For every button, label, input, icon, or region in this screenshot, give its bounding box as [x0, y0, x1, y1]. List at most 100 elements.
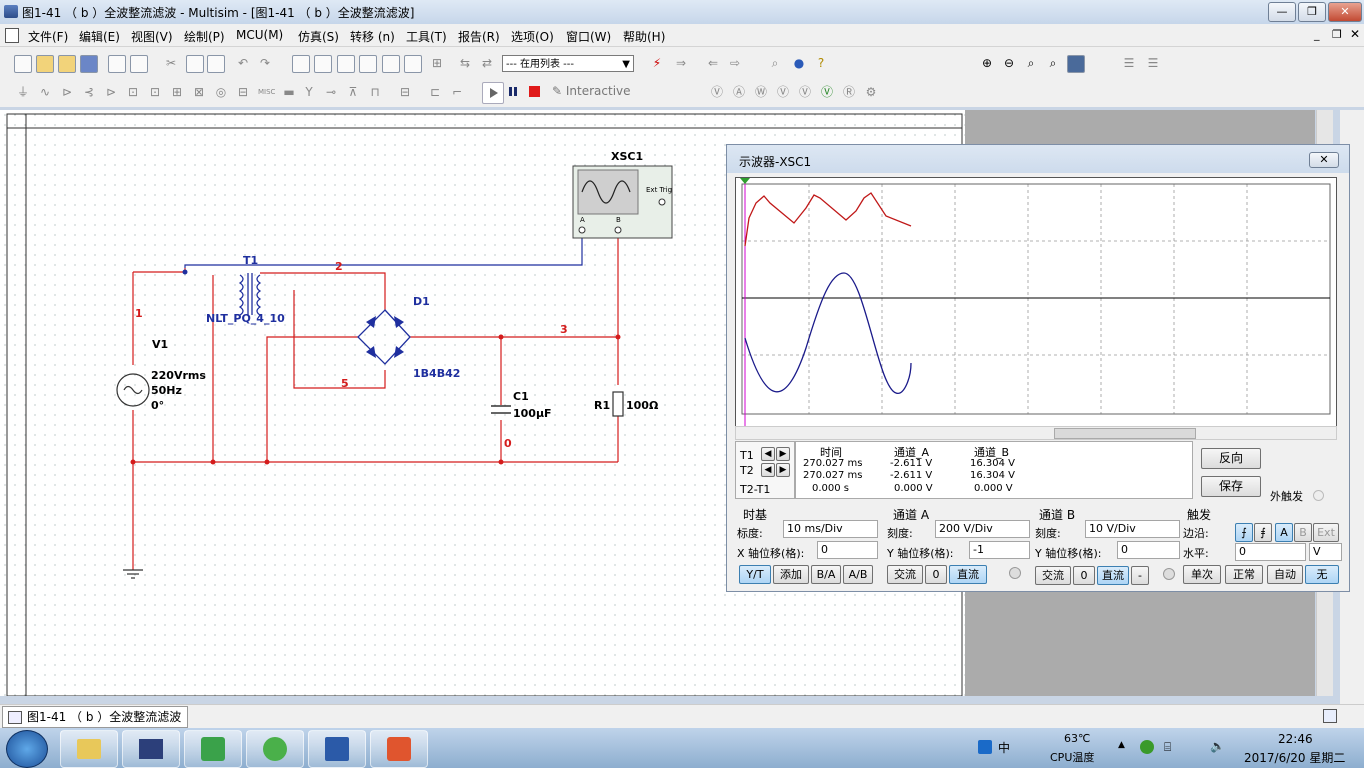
close-button[interactable]: ✕	[1328, 2, 1362, 22]
t1-model-label[interactable]: NLT_PQ_4_10	[206, 312, 285, 325]
trigger-none-button[interactable]: 无	[1305, 565, 1339, 584]
scope-close-button[interactable]: ✕	[1309, 152, 1339, 168]
d1-label[interactable]: D1	[413, 295, 430, 308]
c1-label[interactable]: C1	[513, 390, 529, 403]
channel-a-scale-field[interactable]: 200 V/Div	[935, 520, 1030, 538]
spreadsheet-icon[interactable]	[314, 55, 332, 73]
explorer-taskbar-icon[interactable]	[60, 730, 118, 768]
menu-options[interactable]: 选项(O)	[511, 28, 554, 45]
edge-rising-icon[interactable]: ⨍	[1235, 523, 1253, 542]
channel-a-ypos-field[interactable]: -1	[969, 541, 1030, 559]
recorder-taskbar-icon[interactable]	[370, 730, 428, 768]
mode-add-button[interactable]: 添加	[773, 565, 809, 584]
cut-icon[interactable]: ✂	[164, 56, 178, 70]
timebase-xpos-field[interactable]: 0	[817, 541, 878, 559]
menu-tools[interactable]: 工具(T)	[406, 28, 447, 45]
transfer-pcb-icon[interactable]: ⇒	[674, 56, 688, 70]
zoom-in-icon[interactable]: ⊕	[980, 56, 994, 70]
tray-app-icon[interactable]	[1140, 740, 1154, 754]
mode-ba-button[interactable]: B/A	[811, 565, 841, 584]
t2-right-arrow-icon[interactable]: ▶	[776, 463, 790, 477]
ime-search-icon[interactable]	[978, 740, 992, 754]
t1-left-arrow-icon[interactable]: ◀	[761, 447, 775, 461]
rf-component-icon[interactable]: Y	[302, 85, 316, 99]
ttl-component-icon[interactable]: ⊡	[126, 85, 140, 99]
copy-icon[interactable]	[186, 55, 204, 73]
open-icon[interactable]	[36, 55, 54, 73]
power-component-icon[interactable]: ⊟	[236, 85, 250, 99]
zoom-out-icon[interactable]: ⊖	[1002, 56, 1016, 70]
channel-b-scale-field[interactable]: 10 V/Div	[1085, 520, 1180, 538]
network-icon[interactable]: ⌸	[1164, 740, 1171, 755]
channel-a-ac-button[interactable]: 交流	[887, 565, 923, 584]
app-icon[interactable]	[4, 5, 18, 18]
probe-settings-icon[interactable]: ⚙	[864, 85, 878, 99]
postprocessor-icon[interactable]	[404, 55, 422, 73]
advanced-peripheral-icon[interactable]: ▬	[282, 85, 296, 99]
trigger-source-b-button[interactable]: B	[1294, 523, 1312, 542]
clock-date[interactable]: 2017/6/20 星期二	[1244, 749, 1345, 766]
menu-place[interactable]: 绘制(P)	[184, 28, 225, 45]
digital-probe-icon[interactable]: Ⓥ	[820, 85, 834, 99]
menu-view[interactable]: 视图(V)	[131, 28, 173, 45]
misc-component-icon[interactable]: MISC	[258, 85, 275, 99]
mdi-minimize-icon[interactable]: _	[1314, 28, 1320, 41]
stop-button[interactable]	[529, 86, 540, 97]
run-button[interactable]	[482, 82, 504, 104]
save-icon[interactable]	[80, 55, 98, 73]
menu-reports[interactable]: 报告(R)	[458, 28, 500, 45]
wire-icon[interactable]: ⌐	[450, 85, 464, 99]
doc-icon[interactable]	[5, 28, 19, 43]
current-probe-icon[interactable]: Ⓐ	[732, 85, 746, 99]
transistor-component-icon[interactable]: ⊰	[82, 85, 96, 99]
word-taskbar-icon[interactable]	[308, 730, 366, 768]
mcu-component-icon[interactable]: ⊞	[170, 85, 184, 99]
forward-annotate-icon[interactable]: ⇄	[480, 56, 494, 70]
export-icon[interactable]: ⇨	[728, 56, 742, 70]
back-annotate-icon[interactable]: ⇆	[458, 56, 472, 70]
channel-b-dc-button[interactable]: 直流	[1097, 566, 1129, 585]
menu-transfer[interactable]: 转移 (n)	[350, 28, 395, 45]
redo-icon[interactable]: ↷	[258, 56, 272, 70]
interactive-button[interactable]: ✎ Interactive	[552, 84, 631, 100]
multisim-taskbar-icon[interactable]	[122, 730, 180, 768]
channel-b-ac-button[interactable]: 交流	[1035, 566, 1071, 585]
xsc1-label[interactable]: XSC1	[611, 150, 643, 163]
browser-taskbar-icon[interactable]	[246, 730, 304, 768]
trigger-auto-button[interactable]: 自动	[1267, 565, 1303, 584]
trigger-single-button[interactable]: 单次	[1183, 565, 1221, 584]
trigger-normal-button[interactable]: 正常	[1225, 565, 1263, 584]
panel-toggle-icon[interactable]	[1323, 709, 1337, 723]
timebase-scale-field[interactable]: 10 ms/Div	[783, 520, 878, 538]
database-icon[interactable]	[337, 55, 355, 73]
scope-screen[interactable]	[735, 177, 1337, 427]
source-component-icon[interactable]: ⏚	[16, 85, 30, 99]
basic-component-icon[interactable]: ∿	[38, 85, 52, 99]
v1-label[interactable]: V1	[152, 338, 168, 351]
document-tab[interactable]: 图1-41 （ b ）全波整流滤波	[2, 706, 189, 728]
ref-probe-icon[interactable]: Ⓡ	[842, 85, 856, 99]
help-icon[interactable]: ?	[814, 56, 828, 70]
scope-h-scrollbar[interactable]	[735, 426, 1337, 440]
electromechanical-icon[interactable]: ⊸	[324, 85, 338, 99]
mode-yt-button[interactable]: Y/T	[739, 565, 771, 584]
channel-b-terminal-icon[interactable]	[1163, 568, 1175, 580]
pause-button[interactable]	[506, 85, 520, 99]
maximize-button[interactable]: ❐	[1298, 2, 1326, 22]
vr-probe-icon[interactable]: Ⓥ	[798, 85, 812, 99]
mixed-component-icon[interactable]: ⊠	[192, 85, 206, 99]
trigger-source-a-button[interactable]: A	[1275, 523, 1293, 542]
trigger-unit-field[interactable]: V	[1309, 543, 1342, 561]
fullscreen-icon[interactable]	[1067, 55, 1085, 73]
channel-b-zero-button[interactable]: 0	[1073, 566, 1095, 585]
ni-component-icon[interactable]: ⊼	[346, 85, 360, 99]
education-icon[interactable]: ●	[792, 56, 806, 70]
channel-b-minus-button[interactable]: -	[1131, 566, 1149, 585]
clock-time[interactable]: 22:46	[1278, 732, 1313, 746]
cmos-component-icon[interactable]: ⊡	[148, 85, 162, 99]
diode-component-icon[interactable]: ⊳	[60, 85, 74, 99]
r1-label[interactable]: R1	[594, 399, 610, 412]
voltmeter-probe-icon[interactable]: Ⓥ	[710, 85, 724, 99]
diff-probe-icon[interactable]: Ⓥ	[776, 85, 790, 99]
bus-icon[interactable]: ⊏	[428, 85, 442, 99]
